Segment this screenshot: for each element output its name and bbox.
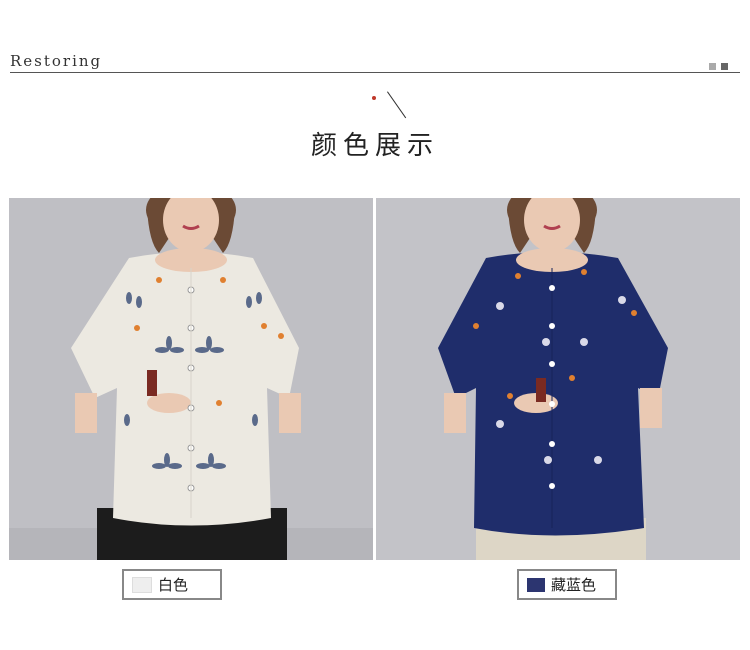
section-title: 颜色展示 xyxy=(310,131,439,161)
color-label-navy: 藏蓝色 xyxy=(551,576,597,594)
color-option-navy[interactable]: 藏蓝色 xyxy=(517,569,617,600)
header-divider xyxy=(10,72,740,73)
header-square-dark xyxy=(721,63,728,70)
decorative-dot xyxy=(372,96,376,100)
swatch-chip-white xyxy=(132,576,152,593)
header-square-light xyxy=(709,63,716,70)
decorative-slash xyxy=(387,91,407,119)
product-photo-navy xyxy=(376,198,740,560)
product-photo-white xyxy=(9,198,373,560)
swatch-chip-navy xyxy=(527,577,545,592)
color-label-white: 白色 xyxy=(158,576,189,594)
color-option-white[interactable]: 白色 xyxy=(122,569,222,600)
brand-text: Restoring xyxy=(10,52,103,70)
